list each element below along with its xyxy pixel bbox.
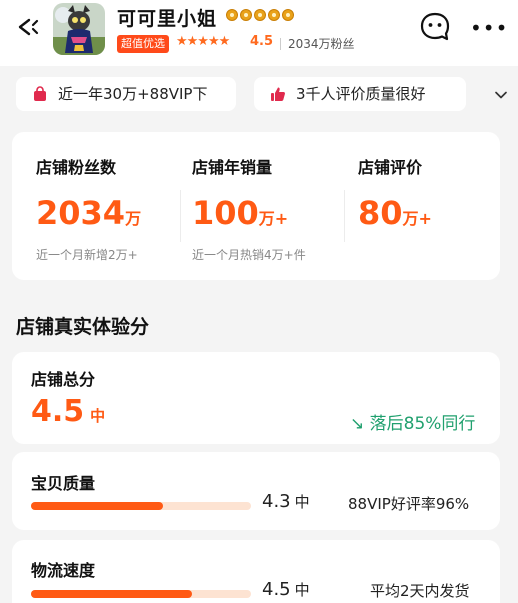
- metric-progress-fill: [31, 502, 163, 510]
- tag-quality-reviews[interactable]: 3千人评价质量很好: [254, 77, 466, 111]
- stat-title: 店铺评价: [358, 158, 423, 177]
- stat-title: 店铺年销量: [192, 158, 273, 177]
- shop-avatar[interactable]: [53, 3, 105, 55]
- metric-title: 物流速度: [31, 561, 96, 580]
- divider: [344, 190, 345, 242]
- metric-progress-bar: [31, 590, 251, 598]
- overall-score-value: 4.5 中: [31, 394, 106, 429]
- stat-value: 100万+: [192, 194, 289, 232]
- tag-bar: 近一年30万+88VIP下 3千人评价质量很好: [0, 66, 518, 128]
- stat-value: 80万+: [358, 194, 432, 232]
- more-icon[interactable]: •••: [470, 18, 508, 38]
- stat-subtext: 近一个月热销4万+件: [192, 248, 306, 262]
- metric-progress-fill: [31, 590, 192, 598]
- tag-vip-sales[interactable]: 近一年30万+88VIP下: [16, 77, 236, 111]
- stat-subtext: 近一个月新增2万+: [36, 248, 138, 262]
- section-title: 店铺真实体验分: [16, 316, 150, 338]
- chevron-down-icon[interactable]: [494, 88, 508, 102]
- metric-detail: 平均2天内发货: [370, 582, 470, 600]
- divider: [180, 190, 181, 242]
- overall-score-title: 店铺总分: [31, 370, 96, 389]
- shop-stats-card: 店铺粉丝数 2034万 近一个月新增2万+ 店铺年销量 100万+ 近一个月热销…: [12, 132, 500, 280]
- peer-comparison: ↘ 落后85%同行: [350, 414, 476, 434]
- crown-rank-icon: [226, 9, 294, 21]
- fans-count: 2034万粉丝: [288, 37, 355, 51]
- stat-title: 店铺粉丝数: [36, 158, 117, 177]
- chat-icon[interactable]: [419, 11, 451, 43]
- shopping-bag-icon: [34, 86, 46, 101]
- premium-badge: 超值优选: [117, 35, 169, 53]
- metric-progress-bar: [31, 502, 251, 510]
- metric-score: 4.3 中: [262, 491, 310, 512]
- rating-stars: ★★★★★: [176, 34, 230, 49]
- metric-detail: 88VIP好评率96%: [348, 495, 470, 513]
- tag-label: 3千人评价质量很好: [296, 85, 426, 103]
- divider: [280, 38, 281, 50]
- back-icon[interactable]: [14, 14, 40, 40]
- metric-title: 宝贝质量: [31, 474, 96, 493]
- stat-value: 2034万: [36, 194, 142, 232]
- shop-header: 可可里小姐 超值优选 ★★★★★ 4.5 2034万粉丝 •••: [0, 0, 518, 66]
- thumbs-up-icon: [271, 87, 285, 101]
- shop-name: 可可里小姐: [117, 8, 218, 30]
- rating-value: 4.5: [250, 34, 274, 49]
- tag-label: 近一年30万+88VIP下: [58, 85, 208, 103]
- metric-score: 4.5 中: [262, 579, 310, 600]
